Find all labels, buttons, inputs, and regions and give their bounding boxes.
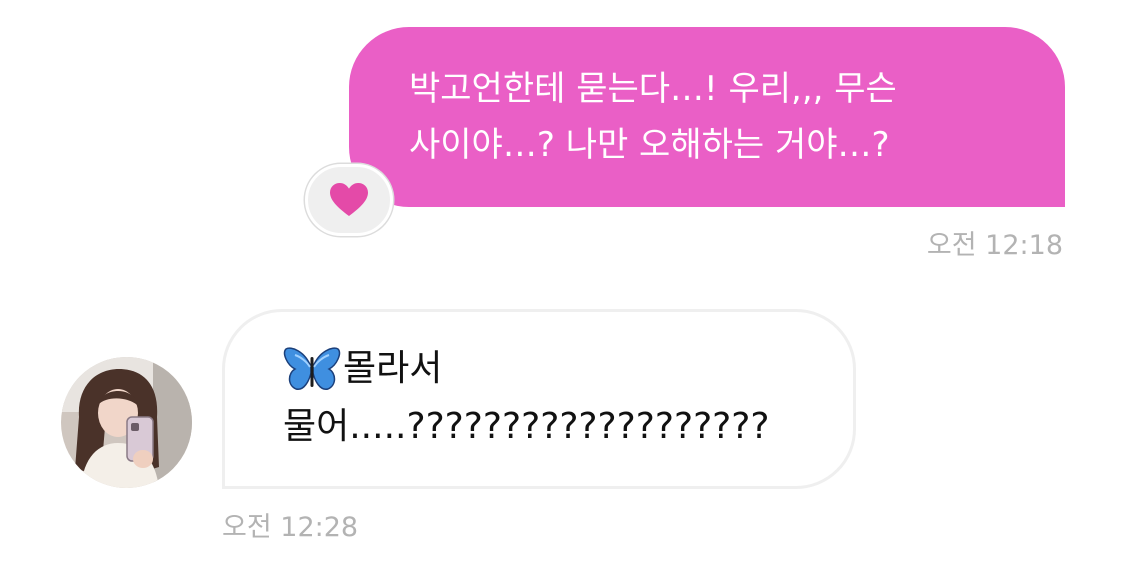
butterfly-icon [283,347,341,390]
avatar[interactable] [61,357,192,488]
message-text: 몰라서 [343,348,443,389]
avatar-photo [61,357,192,488]
incoming-timestamp: 오전 12:28 [222,512,359,543]
message-text-line: 박고언한테 묻는다…! 우리,,, 무슨 [409,69,897,109]
outgoing-timestamp: 오전 12:18 [926,230,1063,261]
outgoing-message-bubble[interactable]: 박고언한테 묻는다…! 우리,,, 무슨 사이야…? 나만 오해하는 거야…? [349,27,1065,207]
heart-icon [330,183,368,216]
message-text-line: 몰라서 [283,340,833,398]
incoming-message-bubble[interactable]: 몰라서 물어.....??????????????????? [222,309,856,489]
message-text-line: 물어.....??????????????????? [283,398,833,456]
heart-reaction[interactable] [305,164,393,236]
chat-screen: 박고언한테 묻는다…! 우리,,, 무슨 사이야…? 나만 오해하는 거야…? … [0,0,1125,577]
message-text-line: 사이야…? 나만 오해하는 거야…? [409,125,890,165]
message-text: 물어.....??????????????????? [283,406,770,447]
